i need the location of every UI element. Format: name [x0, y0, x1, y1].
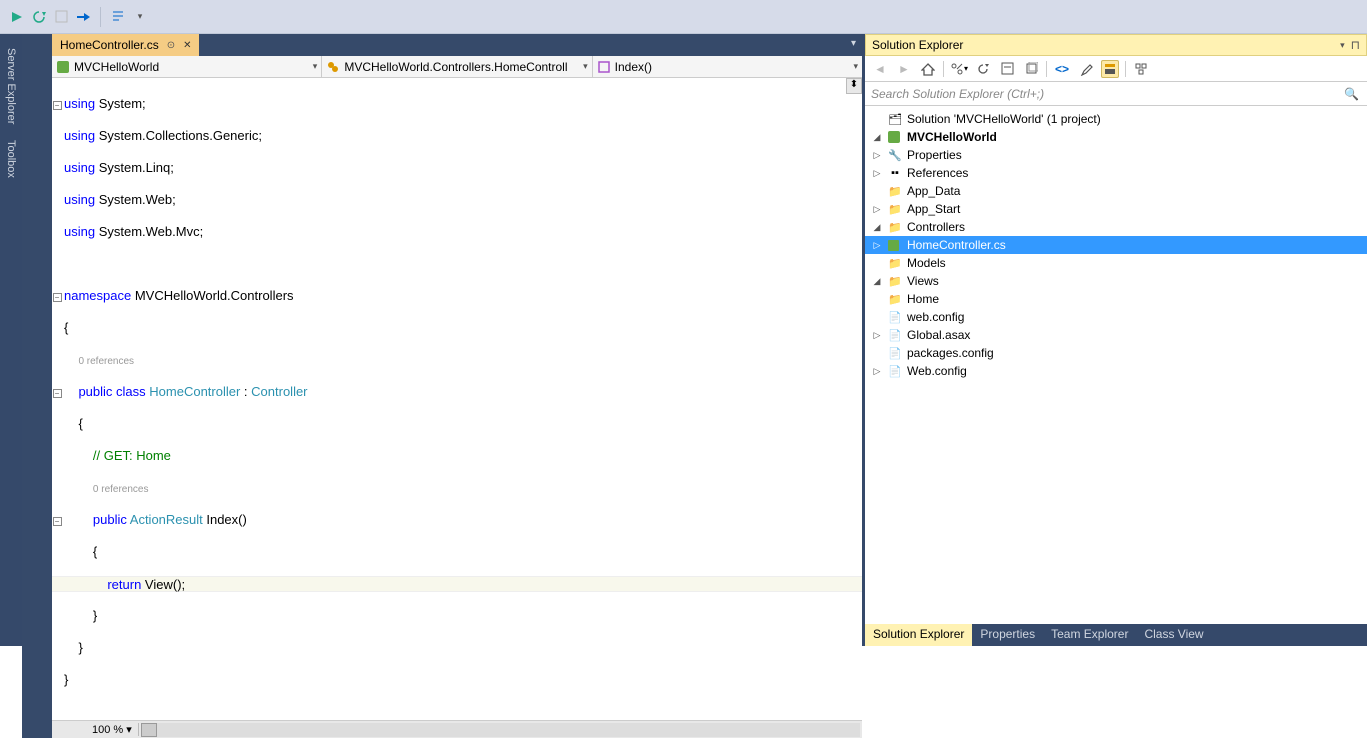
indent-icon[interactable] [109, 8, 127, 26]
method-icon [597, 60, 611, 74]
nav-project[interactable]: MVCHelloWorld ▾ [52, 56, 322, 77]
wrench-icon: 🔧 [887, 149, 903, 162]
bottom-tabstrip: Solution Explorer Properties Team Explor… [865, 624, 1367, 646]
config-icon: 📄 [887, 311, 903, 324]
play-icon[interactable] [8, 8, 26, 26]
show-all-icon[interactable] [1022, 60, 1040, 78]
nav-member[interactable]: Index() ▾ [593, 56, 862, 77]
references-node[interactable]: ▷▪▪References [865, 164, 1367, 182]
views-node[interactable]: ◢📁Views [865, 272, 1367, 290]
folder-icon: 📁 [887, 203, 903, 216]
close-icon[interactable]: ✕ [183, 40, 191, 51]
globalasax-node[interactable]: ▷📄Global.asax [865, 326, 1367, 344]
preview-icon[interactable] [1101, 60, 1119, 78]
horizontal-scrollbar[interactable] [141, 723, 860, 737]
folder-icon: 📁 [887, 221, 903, 234]
folder-icon: 📁 [887, 185, 903, 198]
toolbox-tab[interactable]: Toolbox [3, 134, 19, 184]
solution-explorer-search[interactable]: Search Solution Explorer (Ctrl+;) 🔍 [865, 82, 1367, 106]
step-icon[interactable] [74, 8, 92, 26]
tab-class-view[interactable]: Class View [1136, 624, 1211, 646]
csharp-icon [56, 60, 70, 74]
solution-node[interactable]: 🗂Solution 'MVCHelloWorld' (1 project) [865, 110, 1367, 128]
chevron-down-icon: ▾ [853, 61, 858, 72]
csfile-icon [887, 239, 903, 252]
folder-icon: 📁 [887, 293, 903, 306]
back-icon[interactable]: ◄ [871, 60, 889, 78]
config-icon: 📄 [887, 365, 903, 378]
solution-explorer-panel: Solution Explorer ▾ ⊓ ◄ ► ▾ <> Search So… [862, 34, 1367, 646]
project-node[interactable]: ◢MVCHelloWorld [865, 128, 1367, 146]
folder-icon: 📁 [887, 257, 903, 270]
solution-icon: 🗂 [887, 113, 903, 126]
home-folder-node[interactable]: 📁Home [865, 290, 1367, 308]
pin-icon[interactable]: ⊓ [1351, 38, 1360, 52]
editor-statusbar: 100 % ▾ [52, 720, 862, 738]
tab-team-explorer[interactable]: Team Explorer [1043, 624, 1136, 646]
solution-tree[interactable]: 🗂Solution 'MVCHelloWorld' (1 project) ◢M… [865, 106, 1367, 624]
models-node[interactable]: 📁Models [865, 254, 1367, 272]
view-class-icon[interactable] [1132, 60, 1150, 78]
properties-node[interactable]: ▷🔧Properties [865, 146, 1367, 164]
csharp-icon [887, 130, 903, 144]
refresh-icon[interactable] [30, 8, 48, 26]
collapse-icon[interactable] [998, 60, 1016, 78]
fold-toggle[interactable]: − [53, 517, 62, 526]
homecontroller-node[interactable]: ▷HomeController.cs [865, 236, 1367, 254]
code-icon[interactable]: <> [1053, 60, 1071, 78]
tab-properties[interactable]: Properties [972, 624, 1043, 646]
code-navbar: MVCHelloWorld ▾ MVCHelloWorld.Controller… [52, 56, 862, 78]
chevron-down-icon[interactable]: ▾ [1340, 40, 1345, 51]
appdata-node[interactable]: 📁App_Data [865, 182, 1367, 200]
properties-icon[interactable] [1077, 60, 1095, 78]
fold-toggle[interactable]: − [53, 101, 62, 110]
search-icon: 🔍 [1344, 87, 1359, 101]
left-sidepanel: Server Explorer Toolbox [0, 34, 22, 646]
pin-icon[interactable]: ⊙ [167, 40, 175, 51]
chevron-down-icon: ▾ [583, 61, 588, 72]
tab-solution-explorer[interactable]: Solution Explorer [865, 624, 972, 646]
tab-label: HomeController.cs [60, 38, 159, 52]
tab-homecontroller[interactable]: HomeController.cs ⊙ ✕ [52, 34, 199, 56]
packages-node[interactable]: 📄packages.config [865, 344, 1367, 362]
chevron-down-icon[interactable]: ▾ [131, 8, 149, 26]
solution-explorer-toolbar: ◄ ► ▾ <> [865, 56, 1367, 82]
document-tabstrip: HomeController.cs ⊙ ✕ ▾ [22, 34, 862, 56]
appstart-node[interactable]: ▷📁App_Start [865, 200, 1367, 218]
code-editor[interactable]: −using System; using System.Collections.… [52, 78, 862, 720]
tab-dropdown-icon[interactable]: ▾ [851, 38, 856, 49]
config-icon: 📄 [887, 347, 903, 360]
controllers-node[interactable]: ◢📁Controllers [865, 218, 1367, 236]
home-icon[interactable] [919, 60, 937, 78]
zoom-level[interactable]: 100 % ▾ [86, 723, 139, 736]
webconfig-views-node[interactable]: 📄web.config [865, 308, 1367, 326]
refresh-icon[interactable] [974, 60, 992, 78]
save-icon[interactable] [52, 8, 70, 26]
folder-icon: 📁 [887, 275, 903, 288]
forward-icon[interactable]: ► [895, 60, 913, 78]
editor-area: HomeController.cs ⊙ ✕ ▾ MVCHelloWorld ▾ … [22, 34, 862, 646]
fold-toggle[interactable]: − [53, 389, 62, 398]
solution-explorer-title: Solution Explorer ▾ ⊓ [865, 34, 1367, 56]
top-toolbar: ▾ [0, 0, 1367, 34]
webconfig-node[interactable]: ▷📄Web.config [865, 362, 1367, 380]
references-icon: ▪▪ [887, 167, 903, 179]
filter-icon[interactable]: ▾ [950, 60, 968, 78]
server-explorer-tab[interactable]: Server Explorer [3, 42, 19, 130]
asax-icon: 📄 [887, 329, 903, 342]
class-icon [326, 60, 340, 74]
fold-toggle[interactable]: − [53, 293, 62, 302]
nav-class[interactable]: MVCHelloWorld.Controllers.HomeControll ▾ [322, 56, 592, 77]
chevron-down-icon: ▾ [313, 61, 318, 72]
